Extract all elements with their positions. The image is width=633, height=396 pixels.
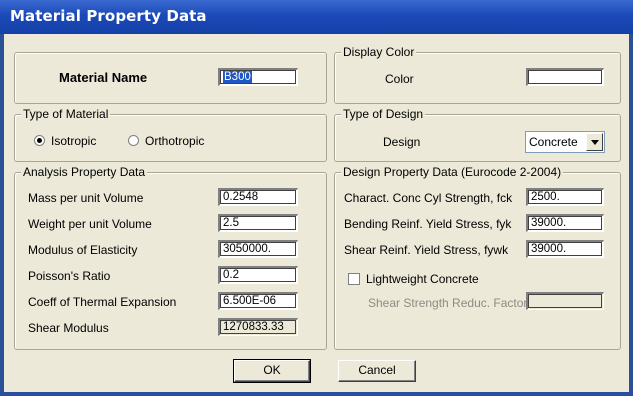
fywk-input[interactable]: 39000. — [526, 240, 604, 258]
design-select-value: Concrete — [529, 135, 578, 149]
analysis-property-legend: Analysis Property Data — [21, 165, 148, 179]
shear-modulus-value: 1270833.33 — [223, 321, 284, 333]
poissons-ratio-label: Poisson's Ratio — [28, 269, 111, 283]
ok-button[interactable]: OK — [233, 359, 311, 383]
poissons-ratio-value: 0.2 — [223, 269, 239, 281]
shear-modulus-field: 1270833.33 — [218, 318, 298, 336]
isotropic-radio[interactable] — [34, 135, 45, 146]
chevron-down-icon[interactable] — [586, 133, 603, 151]
fyk-label: Bending Reinf. Yield Stress, fyk — [344, 217, 512, 231]
color-swatch[interactable] — [526, 68, 604, 86]
design-label: Design — [383, 135, 421, 149]
design-select[interactable]: Concrete — [525, 131, 605, 153]
window-frame-bottom — [0, 392, 633, 396]
type-of-design-legend: Type of Design — [341, 107, 426, 121]
shear-strength-reduc-label: Shear Strength Reduc. Factor — [368, 296, 528, 310]
material-name-value: B300 — [223, 71, 252, 83]
cancel-button[interactable]: Cancel — [338, 360, 416, 382]
design-property-legend: Design Property Data (Eurocode 2-2004) — [341, 165, 564, 179]
shear-modulus-label: Shear Modulus — [28, 321, 109, 335]
thermal-expansion-label: Coeff of Thermal Expansion — [28, 295, 177, 309]
mass-per-unit-volume-label: Mass per unit Volume — [28, 191, 144, 205]
fywk-value: 39000. — [531, 243, 567, 255]
radio-selected-dot — [37, 138, 42, 143]
thermal-expansion-input[interactable]: 6.500E-06 — [218, 292, 298, 310]
color-label: Color — [385, 72, 414, 86]
display-color-legend: Display Color — [341, 45, 417, 59]
fck-value: 2500. — [531, 191, 560, 203]
modulus-of-elasticity-label: Modulus of Elasticity — [28, 243, 138, 257]
material-name-label: Material Name — [59, 70, 148, 85]
lightweight-concrete-checkbox[interactable] — [348, 273, 360, 285]
fck-input[interactable]: 2500. — [526, 188, 604, 206]
fyk-input[interactable]: 39000. — [526, 214, 604, 232]
lightweight-concrete-label[interactable]: Lightweight Concrete — [366, 272, 479, 286]
poissons-ratio-input[interactable]: 0.2 — [218, 266, 298, 284]
fck-label: Charact. Conc Cyl Strength, fck — [344, 191, 513, 205]
weight-per-unit-volume-input[interactable]: 2.5 — [218, 214, 298, 232]
orthotropic-label[interactable]: Orthotropic — [145, 134, 204, 148]
thermal-expansion-value: 6.500E-06 — [223, 295, 277, 307]
weight-per-unit-volume-label: Weight per unit Volume — [28, 217, 152, 231]
weight-per-unit-volume-value: 2.5 — [223, 217, 239, 229]
material-name-input[interactable]: B300 — [218, 68, 298, 86]
orthotropic-radio[interactable] — [128, 135, 139, 146]
shear-strength-reduc-field — [526, 292, 604, 310]
fywk-label: Shear Reinf. Yield Stress, fywk — [344, 243, 509, 257]
title-bar: Material Property Data — [0, 0, 633, 34]
modulus-of-elasticity-input[interactable]: 3050000. — [218, 240, 298, 258]
mass-per-unit-volume-value: 0.2548 — [223, 191, 259, 203]
fyk-value: 39000. — [531, 217, 567, 229]
isotropic-label[interactable]: Isotropic — [51, 134, 96, 148]
type-of-material-legend: Type of Material — [21, 107, 111, 121]
window-title: Material Property Data — [10, 7, 207, 25]
mass-per-unit-volume-input[interactable]: 0.2548 — [218, 188, 298, 206]
dialog-body: Material Name B300 Display Color Color T… — [4, 34, 629, 392]
modulus-of-elasticity-value: 3050000. — [223, 243, 271, 255]
